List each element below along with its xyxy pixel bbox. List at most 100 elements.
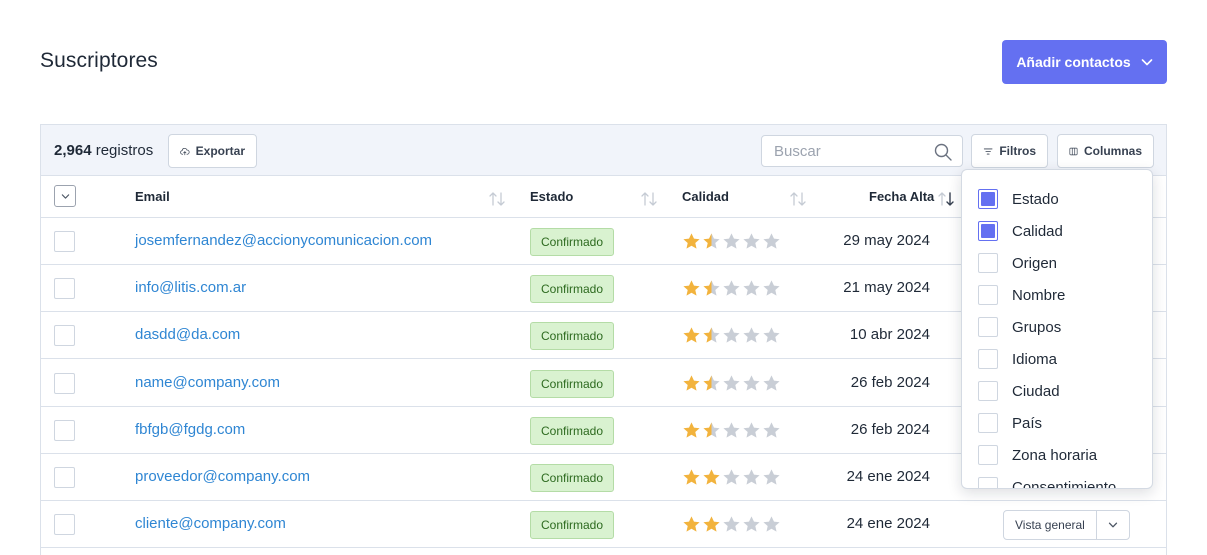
column-option[interactable]: Calidad [978,220,1063,242]
export-label: Exportar [195,144,245,158]
search-input[interactable] [774,136,934,166]
cloud-upload-icon [180,147,190,155]
view-overview-button[interactable]: Vista general [1004,511,1097,540]
columns-label: Columnas [1083,144,1142,158]
row-date: 24 ene 2024 [846,515,930,533]
star-icon [743,469,760,485]
star-icon [763,422,780,438]
column-option-checkbox[interactable] [978,477,998,488]
quality-rating [682,232,781,251]
star-icon [763,233,780,249]
row-checkbox[interactable] [54,467,75,488]
column-option-checkbox[interactable] [978,413,998,433]
row-checkbox[interactable] [54,372,75,394]
column-option-label: Idioma [1012,350,1058,368]
row-email[interactable]: cliente@company.com [135,515,286,532]
status-badge: Confirmado [530,228,615,256]
column-header-estado[interactable]: Estado [530,189,573,204]
star-icon [743,327,760,344]
row-email[interactable]: name@company.com [135,374,280,391]
row-email[interactable]: proveedor@company.com [135,468,310,485]
status-badge: Confirmado [530,322,615,351]
star-icon [743,233,760,249]
star-icon [703,516,720,532]
row-email[interactable]: fbfgb@fgdg.com [135,421,245,438]
record-count-value: 2,964 [54,142,92,159]
column-option[interactable]: Zona horaria [978,444,1097,466]
column-option-checkbox[interactable] [978,317,998,337]
row-checkbox[interactable] [54,325,75,347]
add-contacts-button[interactable]: Añadir contactos [1002,40,1167,84]
column-option-checkbox[interactable] [978,349,998,369]
star-icon [723,516,740,532]
row-checkbox[interactable] [54,231,75,252]
star-icon [743,422,760,438]
quality-rating [682,374,781,393]
select-all-checkbox[interactable] [54,185,76,207]
checkbox-fill [981,192,995,206]
chevron-down-icon [1108,522,1117,528]
column-option-checkbox[interactable] [978,189,998,209]
column-header-calidad[interactable]: Calidad [682,189,729,204]
star-icon [703,280,720,296]
sort-icon[interactable] [937,191,955,207]
sort-icon[interactable] [640,191,658,207]
column-option-label: Estado [1012,190,1059,208]
columns-dropdown: Estado Calidad Origen Nombre Grupos Idioma Ciu… [961,169,1153,489]
row-checkbox[interactable] [54,514,75,536]
column-option-label: Origen [1012,254,1058,272]
column-option-checkbox[interactable] [978,381,998,401]
status-badge: Confirmado [530,416,615,445]
column-option[interactable]: Origen [978,252,1057,274]
column-header-email[interactable]: Email [135,189,170,204]
filter-icon [983,147,993,155]
column-option-checkbox[interactable] [978,253,998,273]
star-icon [763,280,780,296]
chevron-down-icon [1141,59,1152,66]
star-icon [743,516,760,532]
column-option-checkbox[interactable] [978,445,998,465]
row-email[interactable]: dasdd@da.com [135,326,240,343]
star-icon [743,280,760,296]
row-more-button[interactable] [1097,511,1129,539]
column-option[interactable]: Estado [978,188,1059,210]
record-count-suffix: registros [91,142,154,159]
column-header-fecha-alta[interactable]: Fecha Alta [869,189,934,204]
export-button[interactable]: Exportar [168,134,257,168]
column-option[interactable]: Ciudad [978,380,1060,402]
column-option[interactable]: País [978,412,1042,434]
record-count: 2,964 registros [54,142,153,159]
row-actions: Vista general [1003,510,1130,541]
row-email[interactable]: info@litis.com.ar [135,279,246,296]
star-icon [723,280,740,296]
chevron-down-icon [61,193,69,199]
columns-icon [1069,147,1078,155]
star-icon [683,327,700,344]
column-option[interactable]: Nombre [978,284,1065,306]
row-date: 10 abr 2024 [849,326,930,344]
row-email[interactable]: josemfernandez@accionycomunicacion.com [135,232,432,249]
star-icon [763,516,780,532]
status-badge: Confirmado [530,369,615,398]
column-option-label: Grupos [1012,318,1062,336]
star-icon [703,375,720,391]
column-option[interactable]: Idioma [978,348,1057,370]
column-option-label: País [1012,414,1043,432]
column-option[interactable]: Consentimiento [978,476,1116,488]
table-row: cliente@company.com Confirmado 24 ene 2024… [41,501,1166,549]
sort-icon[interactable] [488,191,506,207]
checkbox-fill [981,224,995,238]
status-badge: Confirmado [530,464,615,492]
search-box [761,135,963,167]
column-option-checkbox[interactable] [978,221,998,241]
column-option-checkbox[interactable] [978,285,998,305]
sort-icon[interactable] [789,191,807,207]
column-option[interactable]: Grupos [978,316,1061,338]
column-option-label: Ciudad [1012,382,1060,400]
search-icon[interactable] [934,143,952,161]
row-checkbox[interactable] [54,419,75,441]
star-icon [683,233,700,249]
row-checkbox[interactable] [54,278,75,300]
filters-button[interactable]: Filtros [971,134,1048,168]
columns-button[interactable]: Columnas [1057,134,1154,168]
